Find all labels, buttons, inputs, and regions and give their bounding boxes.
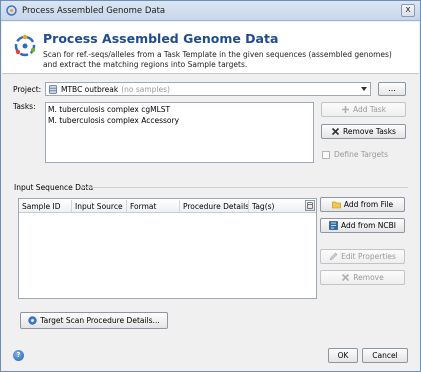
edit-properties-label: Edit Properties: [341, 252, 396, 261]
procedure-icon: [28, 316, 37, 325]
dialog-header: Process Assembled Genome Data Scan for r…: [2, 22, 419, 74]
section-divider: [81, 187, 408, 188]
browse-project-button[interactable]: ...: [378, 82, 406, 96]
cancel-button[interactable]: Cancel: [362, 348, 408, 363]
define-targets-label: Define Targets: [334, 150, 388, 159]
project-value: MTBC outbreak: [61, 85, 119, 94]
remove-tasks-button[interactable]: Remove Tasks: [321, 124, 406, 139]
list-item[interactable]: M. tuberculosis complex Accessory: [48, 116, 179, 125]
edit-properties-button[interactable]: Edit Properties: [320, 249, 405, 264]
tasks-list[interactable]: M. tuberculosis complex cgMLST M. tuberc…: [45, 102, 314, 163]
folder-icon: [332, 201, 341, 209]
project-label: Project:: [13, 85, 42, 94]
title-bar[interactable]: Process Assembled Genome Data x: [1, 1, 420, 21]
column-chooser-icon[interactable]: [305, 200, 315, 211]
header-description: Scan for ref.-seqs/alleles from a Task T…: [43, 50, 392, 69]
add-from-ncbi-button[interactable]: Add from NCBI: [320, 218, 405, 233]
cancel-label: Cancel: [372, 351, 398, 360]
project-dropdown[interactable]: MTBC outbreak (no samples): [45, 82, 371, 96]
add-icon: [341, 106, 349, 113]
tasks-label: Tasks:: [13, 102, 36, 111]
column-header-format[interactable]: Format: [130, 202, 156, 211]
add-task-button[interactable]: Add Task: [321, 102, 406, 117]
remove-sequence-label: Remove: [353, 273, 384, 282]
column-separator: [71, 200, 72, 212]
help-icon[interactable]: ?: [13, 350, 24, 361]
ncbi-icon: [329, 221, 338, 230]
add-from-file-label: Add from File: [343, 200, 394, 209]
table-header: Sample ID Input Source Format Procedure …: [19, 199, 316, 213]
list-item[interactable]: M. tuberculosis complex cgMLST: [48, 105, 170, 114]
header-title: Process Assembled Genome Data: [43, 31, 279, 46]
column-header-input-source[interactable]: Input Source: [75, 202, 123, 211]
dialog-window: Process Assembled Genome Data x Process …: [0, 0, 421, 372]
remove-icon: [331, 127, 340, 136]
genome-logo-icon: [14, 34, 36, 57]
target-scan-procedure-label: Target Scan Procedure Details...: [40, 316, 160, 325]
define-targets-checkbox[interactable]: Define Targets: [322, 150, 388, 159]
project-value-suffix: (no samples): [121, 85, 170, 94]
database-icon: [49, 85, 57, 94]
target-scan-procedure-button[interactable]: Target Scan Procedure Details...: [20, 312, 168, 329]
checkbox-box[interactable]: [322, 150, 330, 159]
remove-sequence-button[interactable]: Remove: [320, 270, 405, 285]
column-header-tags[interactable]: Tag(s): [252, 202, 274, 211]
add-task-label: Add Task: [352, 105, 387, 114]
chevron-down-icon: [361, 87, 367, 91]
add-from-file-button[interactable]: Add from File: [320, 197, 405, 212]
input-sequence-table[interactable]: Sample ID Input Source Format Procedure …: [18, 198, 317, 299]
edit-icon: [329, 252, 338, 261]
ok-button[interactable]: OK: [328, 348, 358, 363]
close-button[interactable]: x: [401, 4, 415, 17]
column-header-procedure-details[interactable]: Procedure Details: [183, 202, 249, 211]
ok-label: OK: [337, 351, 349, 360]
remove-tasks-label: Remove Tasks: [343, 127, 396, 136]
column-separator: [126, 200, 127, 212]
remove-disabled-icon: [342, 273, 350, 282]
column-separator: [248, 200, 249, 212]
column-header-sample-id[interactable]: Sample ID: [22, 202, 61, 211]
add-from-ncbi-label: Add from NCBI: [341, 221, 396, 230]
app-icon: [6, 5, 17, 16]
column-separator: [179, 200, 180, 212]
window-title: Process Assembled Genome Data: [22, 6, 166, 16]
